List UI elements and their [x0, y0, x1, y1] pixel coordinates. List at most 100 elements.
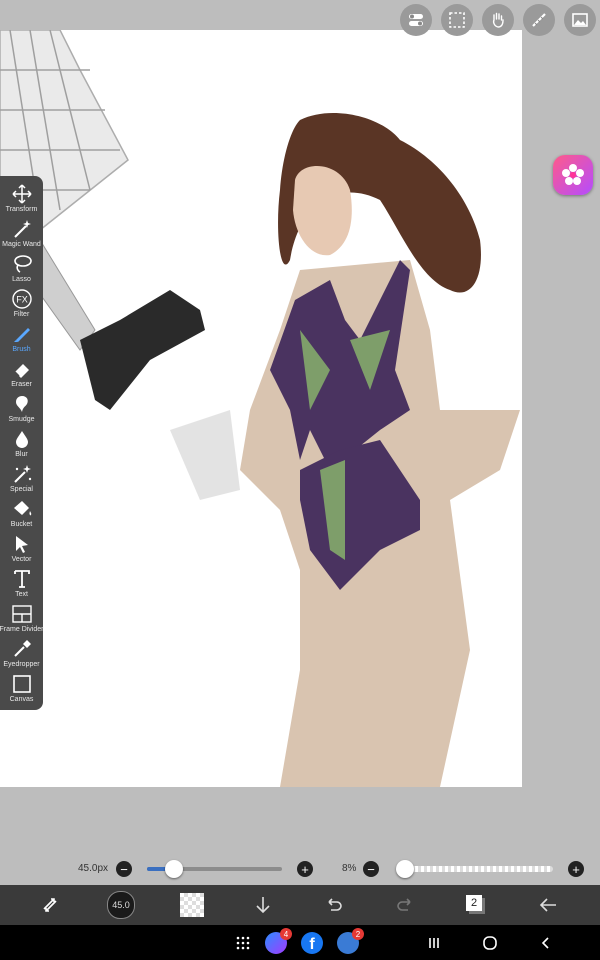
lasso-icon	[13, 255, 32, 273]
third-app-button[interactable]: 2	[334, 925, 364, 960]
tool-label: Lasso	[12, 276, 31, 283]
selection-button[interactable]	[441, 4, 473, 36]
bottom-toolbar: 45.0 2	[0, 885, 600, 925]
tool-blur[interactable]: Blur	[0, 426, 43, 461]
face	[293, 166, 352, 256]
facebook-app-button[interactable]: f	[298, 925, 326, 960]
transparent-swatch	[180, 893, 204, 917]
frame-divider-icon	[11, 605, 32, 623]
hand-button[interactable]	[482, 4, 514, 36]
recents-icon	[429, 937, 439, 948]
opacity-decrease-button[interactable]: −	[363, 861, 379, 877]
messenger-app-button[interactable]: 4	[262, 925, 292, 960]
tool-label: Blur	[15, 451, 28, 458]
tool-magic-wand[interactable]: Magic Wand	[0, 216, 43, 251]
tool-bucket[interactable]: Bucket	[0, 496, 43, 531]
bucket-icon	[13, 501, 31, 516]
gallery-button[interactable]	[564, 4, 596, 36]
tool-special[interactable]: Special	[0, 461, 43, 496]
hand-icon	[492, 12, 504, 28]
plus-icon: +	[301, 861, 309, 877]
undo-icon	[328, 898, 342, 911]
tool-label: Brush	[12, 346, 31, 353]
move-arrows-icon	[11, 184, 32, 204]
smudge-icon	[15, 396, 28, 412]
undo-button[interactable]	[316, 885, 352, 925]
redo-button[interactable]	[387, 885, 423, 925]
tool-filter[interactable]: FX Filter	[0, 286, 43, 321]
shadow	[170, 410, 240, 500]
layer-count: 2	[466, 895, 482, 911]
redo-icon	[397, 898, 411, 911]
opacity-increase-button[interactable]: +	[568, 861, 584, 877]
tool-label: Bucket	[10, 521, 33, 528]
color-swatch-button[interactable]	[174, 885, 210, 925]
opacity-slider-knob[interactable]	[395, 860, 414, 878]
text-t-icon	[13, 570, 30, 588]
drawing-canvas[interactable]	[0, 30, 522, 787]
toggle-switch-icon	[409, 14, 423, 26]
opacity-track[interactable]	[397, 866, 553, 872]
tool-label: Transform	[5, 206, 38, 213]
tool-label: Eyedropper	[3, 661, 40, 668]
layers-button[interactable]: 2	[458, 885, 494, 925]
app-drawer-button[interactable]	[232, 925, 254, 960]
image-icon	[572, 13, 588, 27]
system-back-button[interactable]	[534, 925, 558, 960]
messenger-badge: 4	[280, 928, 292, 940]
brush-size-slider-knob[interactable]	[165, 860, 183, 878]
minus-icon: −	[367, 861, 375, 877]
tool-label: Frame Divider	[0, 626, 44, 633]
canvas-square-icon	[12, 675, 31, 693]
ruler-button[interactable]	[523, 4, 555, 36]
tool-label: Canvas	[9, 696, 34, 703]
home-button[interactable]	[478, 925, 502, 960]
brush-icon	[13, 328, 30, 342]
tool-label: Eraser	[11, 381, 32, 388]
tool-transform[interactable]: Transform	[0, 181, 43, 216]
plus-icon: +	[572, 861, 580, 877]
artwork	[0, 30, 520, 787]
recents-button[interactable]	[422, 925, 446, 960]
grid-dots-icon	[236, 936, 250, 949]
tool-smudge[interactable]: Smudge	[0, 391, 43, 426]
svg-text:FX: FX	[16, 295, 28, 305]
fx-icon: FX	[11, 289, 32, 309]
magic-wand-icon	[13, 220, 31, 238]
tool-label: Special	[10, 486, 33, 493]
download-button[interactable]	[245, 885, 281, 925]
flower-icon	[562, 164, 584, 185]
brush-size-decrease-button[interactable]: −	[116, 861, 132, 877]
canvas-area[interactable]	[0, 0, 600, 855]
drop-icon	[15, 431, 28, 448]
brush-size-increase-button[interactable]: +	[297, 861, 313, 877]
brush-preview-button[interactable]: 45.0	[103, 885, 139, 925]
tool-eraser[interactable]: Eraser	[0, 356, 43, 391]
cursor-arrow-icon	[15, 536, 28, 553]
toggle-panel-button[interactable]	[400, 4, 432, 36]
home-circle-icon	[483, 935, 497, 950]
sparkle-icon	[13, 465, 31, 483]
tool-vector[interactable]: Vector	[0, 531, 43, 566]
back-button[interactable]	[530, 885, 566, 925]
tool-eyedropper[interactable]: Eyedropper	[0, 636, 43, 671]
tool-text[interactable]: Text	[0, 566, 43, 601]
brush-preview-label: 45.0	[112, 900, 130, 910]
toolbox: Transform Magic Wand Lasso FX Filter Bru…	[0, 176, 43, 710]
brush-swap-button[interactable]	[32, 885, 68, 925]
system-nav-bar: 4 f 2	[0, 925, 600, 960]
tool-label: Text	[15, 591, 28, 598]
arrow-down-icon	[256, 897, 270, 914]
eyedropper-icon	[13, 640, 31, 657]
tool-brush[interactable]: Brush	[0, 321, 43, 356]
chevron-left-icon	[541, 936, 549, 949]
floating-app-button[interactable]	[553, 155, 593, 195]
tool-canvas[interactable]: Canvas	[0, 671, 43, 706]
brush-size-value: 45.0px	[78, 863, 109, 874]
tool-frame-divider[interactable]: Frame Divider	[0, 601, 43, 636]
tool-lasso[interactable]: Lasso	[0, 251, 43, 286]
tool-label: Magic Wand	[2, 241, 41, 248]
tool-label: Vector	[11, 556, 32, 563]
tool-label: Filter	[13, 311, 30, 318]
arrow-left-icon	[539, 898, 556, 912]
